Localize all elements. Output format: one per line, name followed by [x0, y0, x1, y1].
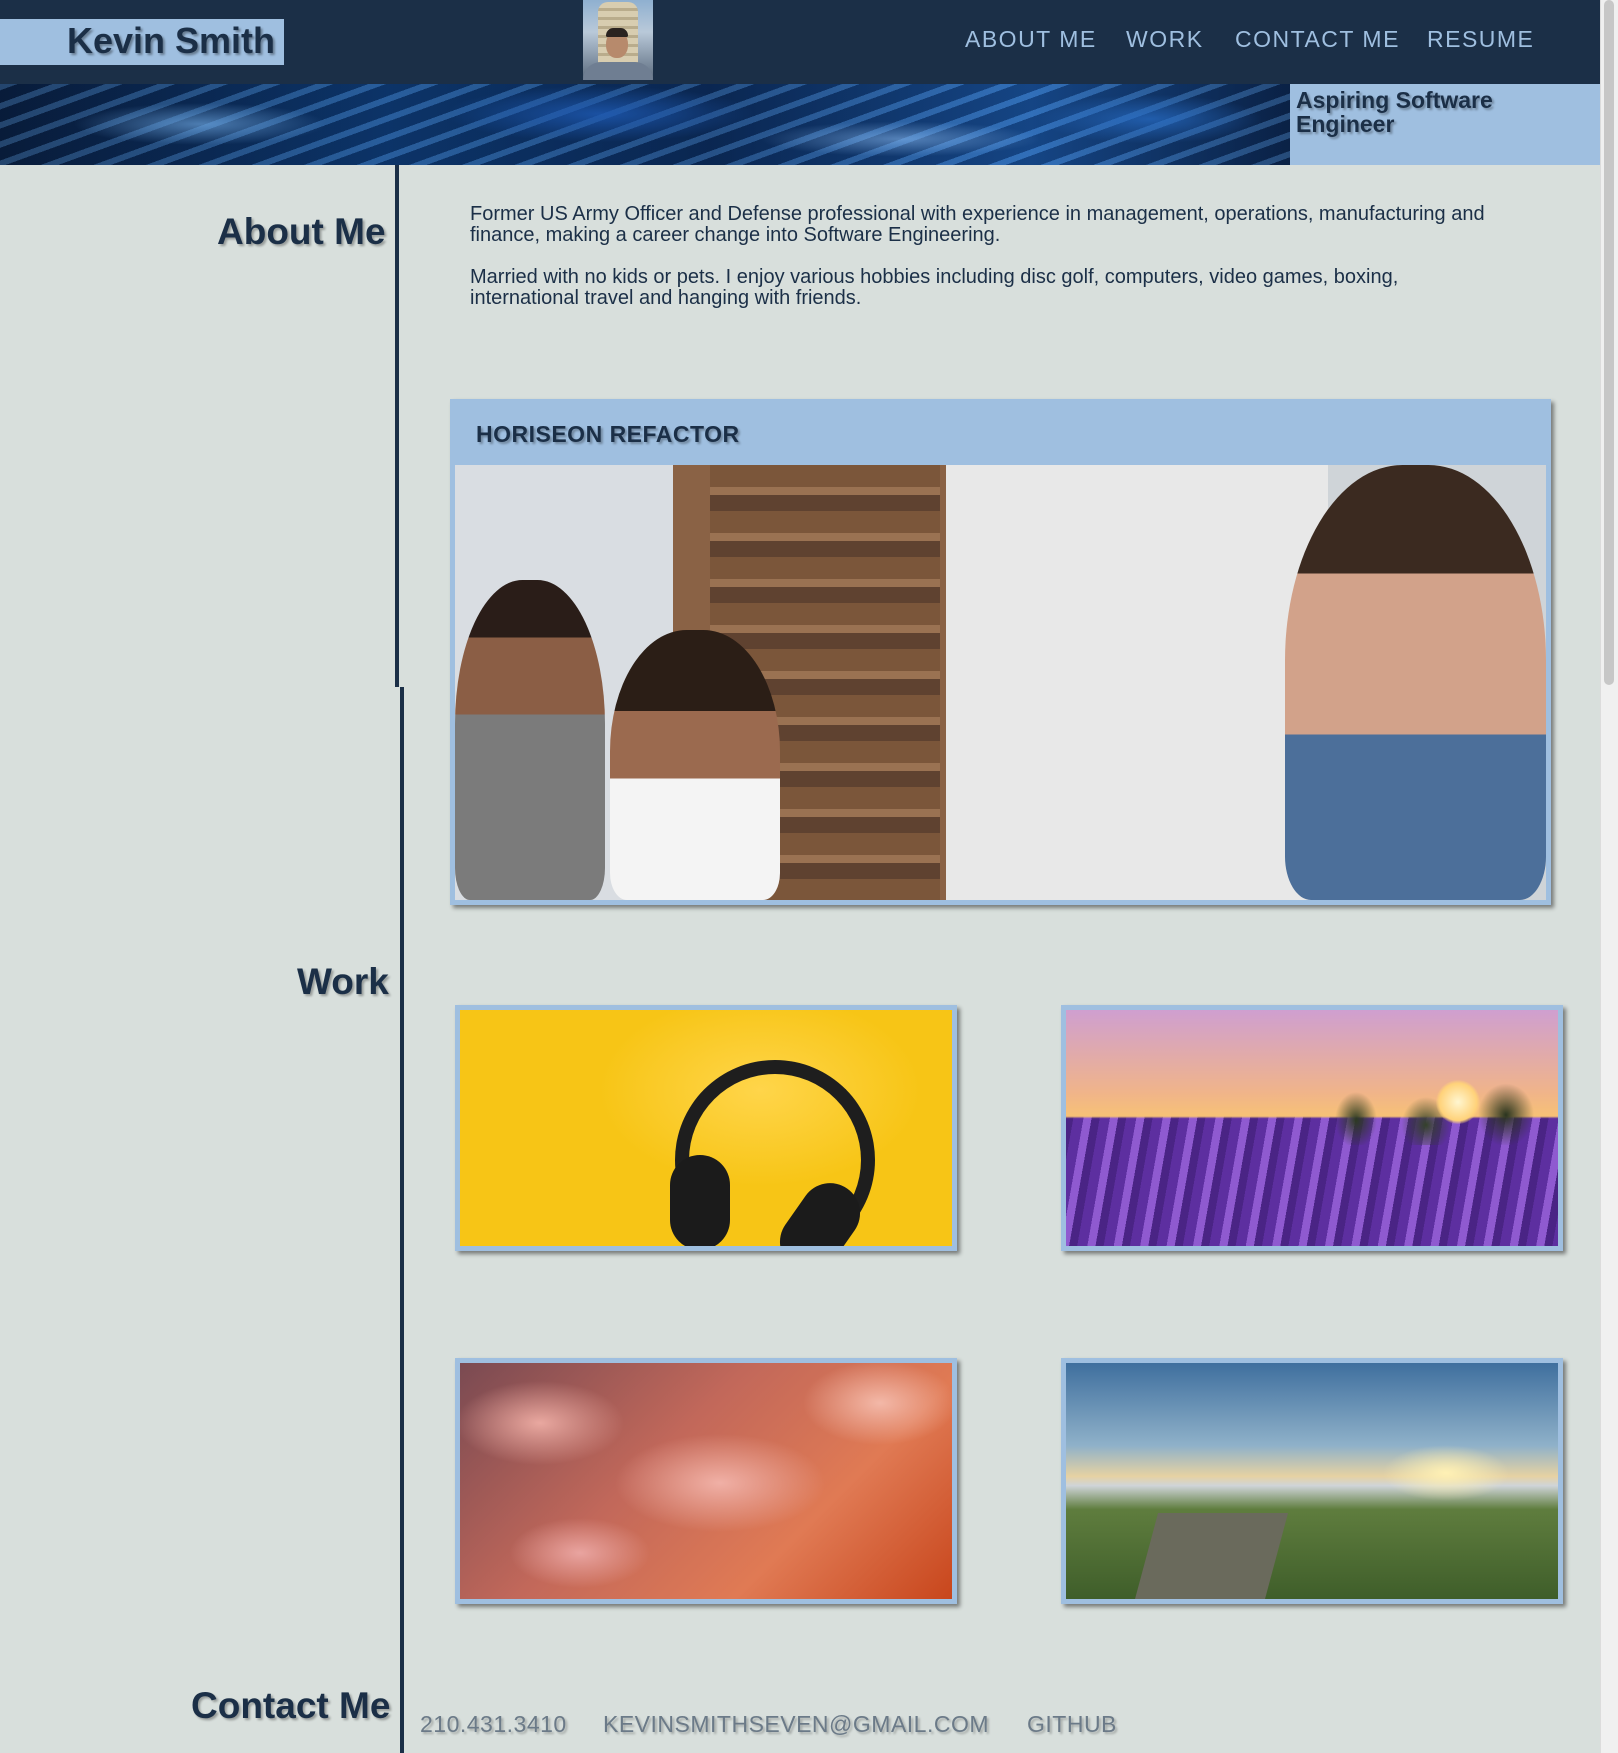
about-paragraph: Married with no kids or pets. I enjoy va…: [470, 266, 1399, 309]
profile-photo: [583, 0, 653, 80]
featured-project-title[interactable]: HORISEON REFACTOR: [476, 421, 740, 448]
about-divider: [395, 165, 399, 687]
contact-github-link[interactable]: GITHUB: [1027, 1711, 1117, 1738]
about-paragraph: Former US Army Officer and Defense profe…: [470, 203, 1485, 246]
page-scrollbar-thumb[interactable]: [1604, 0, 1614, 685]
about-heading: About Me: [217, 211, 386, 252]
lavender-field-image[interactable]: [1066, 1010, 1558, 1246]
featured-project-image[interactable]: [455, 465, 1546, 900]
nav-work[interactable]: WORK: [1126, 26, 1204, 53]
project-thumbnail[interactable]: [455, 1358, 957, 1604]
contact-email-link[interactable]: KEVINSMITHSEVEN@GMAIL.COM: [603, 1711, 989, 1738]
project-thumbnail[interactable]: [455, 1005, 957, 1251]
nav-contact-me[interactable]: CONTACT ME: [1235, 26, 1400, 53]
site-name: Kevin Smith: [67, 20, 276, 61]
work-divider: [400, 687, 404, 1753]
project-thumbnail[interactable]: [1061, 1358, 1563, 1604]
contact-heading: Contact Me: [191, 1685, 391, 1726]
about-text: Former US Army Officer and Defense profe…: [470, 204, 1500, 330]
tagline: Aspiring Software Engineer: [1296, 87, 1493, 137]
hero-banner-image: [0, 84, 1290, 165]
pink-clouds-image[interactable]: [460, 1363, 952, 1599]
nav-resume[interactable]: RESUME: [1427, 26, 1534, 53]
work-heading: Work: [297, 961, 389, 1002]
contact-phone-link[interactable]: 210.431.3410: [420, 1711, 567, 1738]
headphones-image[interactable]: [460, 1010, 952, 1246]
mountain-sunset-image[interactable]: [1066, 1363, 1558, 1599]
project-thumbnail[interactable]: [1061, 1005, 1563, 1251]
nav-about-me[interactable]: ABOUT ME: [965, 26, 1097, 53]
